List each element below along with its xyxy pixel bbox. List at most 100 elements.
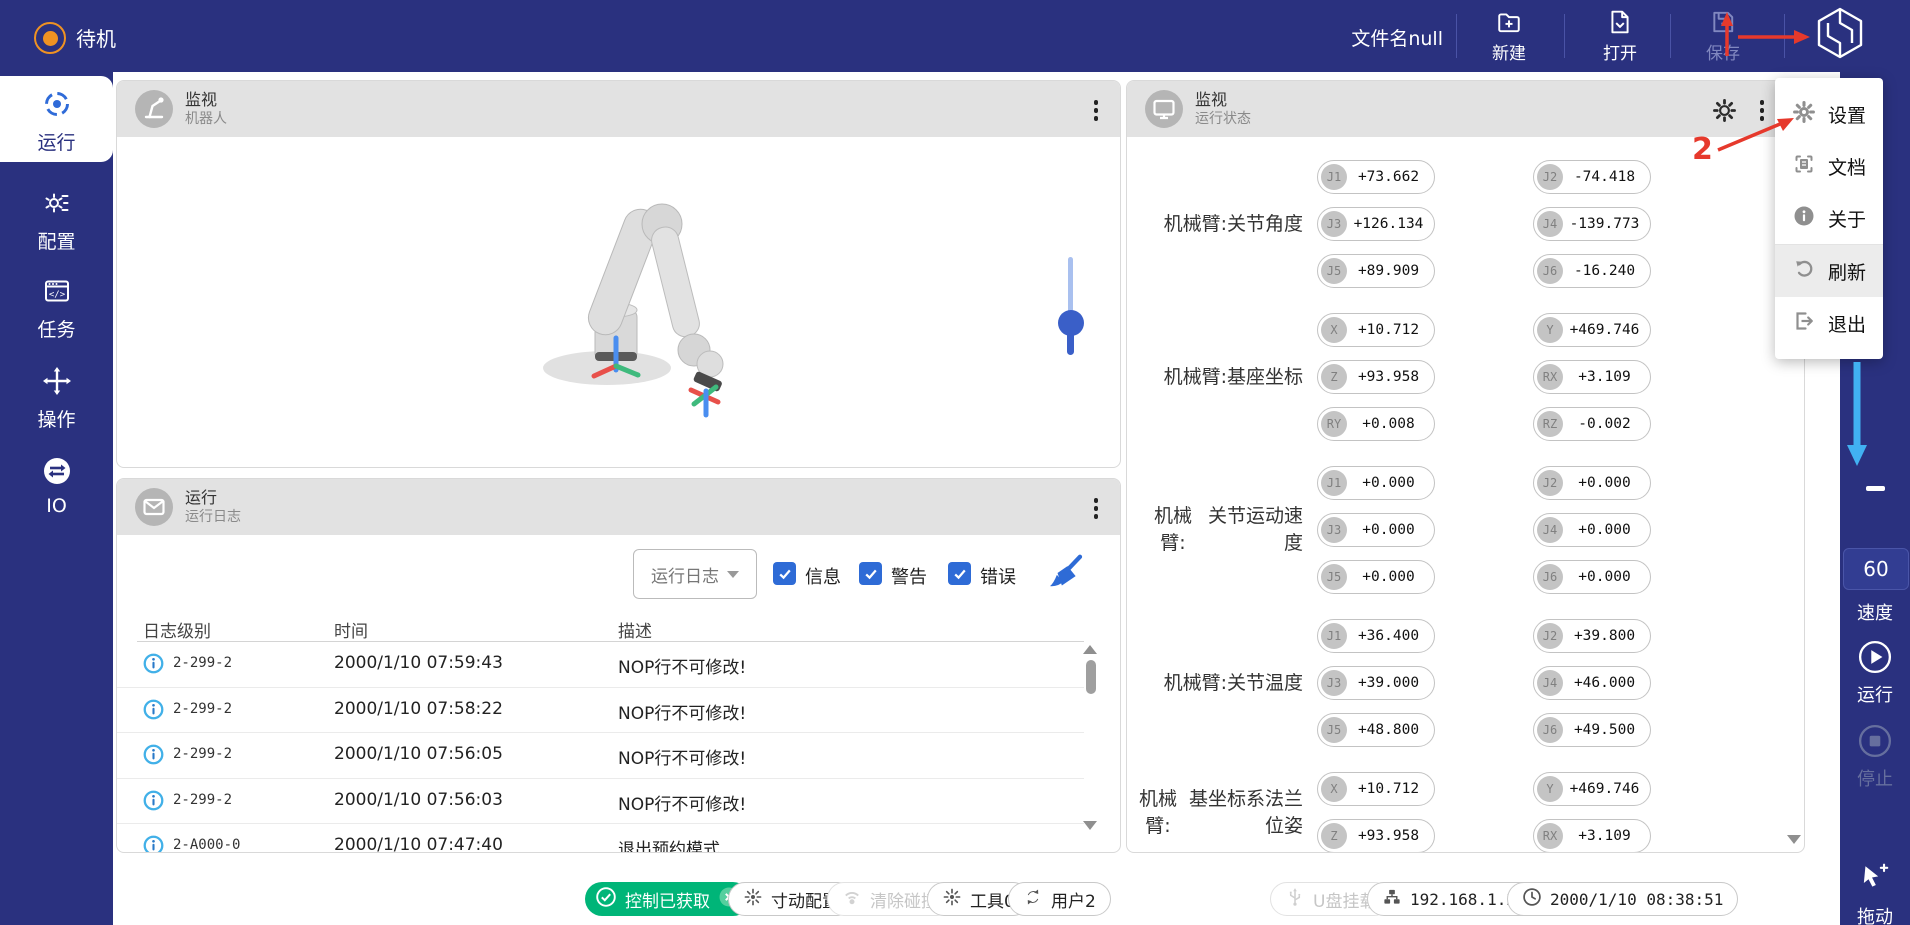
log-time: 2000/1/10 07:59:43 <box>334 653 503 673</box>
io-swap-icon <box>0 455 113 491</box>
value-pill: J6+0.000 <box>1533 560 1651 594</box>
move-arrows-icon <box>0 365 113 401</box>
sidebar-item-label: 运行 <box>0 128 113 155</box>
menu-item-exit[interactable]: 退出 <box>1775 297 1883 349</box>
speed-value-box[interactable]: 60 <box>1843 548 1909 590</box>
filter-label-error: 错误 <box>980 563 1016 589</box>
sidebar-item-operate[interactable]: 操作 <box>0 365 113 432</box>
log-level: 2-299-2 <box>173 746 232 762</box>
scroll-down-icon[interactable] <box>1787 835 1801 844</box>
speed-label: 速度 <box>1840 596 1910 625</box>
brand-logo-icon[interactable] <box>1812 5 1868 63</box>
status-indicator-icon <box>34 22 66 54</box>
clear-log-broom-icon[interactable] <box>1045 553 1085 597</box>
log-type-dropdown[interactable]: 运行日志 <box>633 549 757 599</box>
axis-chip: J2 <box>1537 470 1563 496</box>
scrollbar-thumb[interactable] <box>1086 660 1096 694</box>
value-pill: X+10.712 <box>1317 313 1435 347</box>
robot-monitor-panel: 监视 机器人 <box>116 80 1121 468</box>
code-window-icon: </> <box>0 275 113 311</box>
sidebar-item-config[interactable]: 配置 <box>0 187 113 254</box>
value-pill: J4+46.000 <box>1533 666 1651 700</box>
filter-checkbox-info[interactable] <box>773 562 796 585</box>
log-level: 2-A000-0 <box>173 837 240 853</box>
filter-checkbox-error[interactable] <box>948 562 971 585</box>
value-pill: Z+93.958 <box>1317 360 1435 394</box>
run-button[interactable]: 运行 <box>1840 640 1910 707</box>
log-table: 2-299-2 2000/1/10 07:59:43 NOP行不可修改! 2-2… <box>117 642 1084 853</box>
axis-chip: RX <box>1537 823 1563 849</box>
menu-item-label: 刷新 <box>1828 258 1866 285</box>
open-file-button[interactable]: 打开 <box>1572 7 1668 64</box>
log-panel-header: 运行 运行日志 <box>117 479 1120 535</box>
status-label: 待机 <box>76 23 116 52</box>
tool-burst-icon <box>942 887 962 912</box>
axis-chip: Y <box>1537 776 1563 802</box>
axis-chip: J4 <box>1537 517 1563 543</box>
user-pill[interactable]: 用户2 <box>1008 882 1111 916</box>
sidebar-item-io[interactable]: IO <box>0 455 113 517</box>
axis-chip: J3 <box>1321 670 1347 696</box>
gear-icon <box>1793 101 1815 128</box>
log-row[interactable]: 2-299-2 2000/1/10 07:58:22 NOP行不可修改! <box>117 688 1084 734</box>
log-desc: NOP行不可修改! <box>618 790 746 815</box>
scroll-up-icon[interactable] <box>1083 645 1097 654</box>
value-pill: Z+93.958 <box>1317 819 1435 852</box>
status-group-label: 机械臂: 关节运动速度 <box>1127 503 1303 556</box>
gear-icon[interactable] <box>1713 99 1736 126</box>
log-level: 2-299-2 <box>173 655 232 671</box>
log-row[interactable]: 2-299-2 2000/1/10 07:56:05 NOP行不可修改! <box>117 733 1084 779</box>
log-time: 2000/1/10 07:58:22 <box>334 699 503 719</box>
new-file-button[interactable]: 新建 <box>1461 7 1557 64</box>
axis-chip: Z <box>1321 364 1347 390</box>
svg-text:</>: </> <box>48 290 65 300</box>
speed-decrease-button[interactable] <box>1866 486 1885 491</box>
filter-checkbox-warning[interactable] <box>859 562 882 585</box>
log-time: 2000/1/10 07:56:03 <box>334 790 503 810</box>
axis-chip: Y <box>1537 317 1563 343</box>
log-desc: NOP行不可修改! <box>618 653 746 678</box>
panel-menu-kebab-icon[interactable] <box>1088 98 1105 123</box>
sidebar-item-label: 操作 <box>0 405 113 432</box>
menu-item-settings[interactable]: 设置 <box>1775 88 1883 140</box>
menu-item-docs[interactable]: 文档 <box>1775 140 1883 192</box>
network-nodes-icon <box>1382 887 1402 912</box>
panel-menu-kebab-icon[interactable] <box>1088 496 1105 521</box>
scroll-down-icon[interactable] <box>1083 821 1097 830</box>
play-circle-icon <box>1858 640 1892 674</box>
axis-chip: X <box>1321 776 1347 802</box>
zoom-slider-handle[interactable] <box>1058 310 1084 336</box>
value-pill: RZ-0.002 <box>1533 407 1651 441</box>
datetime-pill: 2000/1/10 08:38:51 <box>1507 882 1738 916</box>
drag-button[interactable]: 拖动 <box>1840 862 1910 925</box>
log-row[interactable]: 2-299-2 2000/1/10 07:56:03 NOP行不可修改! <box>117 779 1084 825</box>
axis-chip: J5 <box>1321 258 1347 284</box>
status-group-joint-temp: 机械臂:关节温度 J1+36.400 J2+39.800 J3+39.000 J… <box>1127 619 1804 747</box>
log-row[interactable]: 2-A000-0 2000/1/10 07:47:40 退出预约模式 <box>117 824 1084 853</box>
axis-chip: X <box>1321 317 1347 343</box>
robot-3d-view[interactable] <box>117 138 1120 468</box>
app-dropdown-menu: 设置 文档 关于 刷新 退出 <box>1775 78 1883 359</box>
value-pill: J2+39.800 <box>1533 619 1651 653</box>
stop-button[interactable]: 停止 <box>1840 724 1910 791</box>
status-panel-header: 监视 运行状态 <box>1127 81 1804 137</box>
top-bar: 待机 文件名null 新建 打开 <box>0 0 1910 72</box>
menu-item-about[interactable]: 关于 <box>1775 192 1883 244</box>
check-circle-icon <box>595 886 617 913</box>
save-file-button[interactable]: 保存 <box>1675 7 1771 64</box>
mail-envelope-icon <box>135 488 173 526</box>
clock-icon <box>1522 887 1542 912</box>
sidebar-item-run[interactable]: 运行 <box>0 76 113 162</box>
axis-chip: J6 <box>1537 258 1563 284</box>
axis-chip: J1 <box>1321 164 1347 190</box>
value-pill: J5+0.000 <box>1317 560 1435 594</box>
log-row[interactable]: 2-299-2 2000/1/10 07:59:43 NOP行不可修改! <box>117 642 1084 688</box>
control-acquired-pill[interactable]: 控制已获取 <box>585 882 750 916</box>
sidebar-item-task[interactable]: </> 任务 <box>0 275 113 342</box>
left-sidebar: 运行 配置 </> 任务 操作 <box>0 72 113 925</box>
panel-menu-kebab-icon[interactable] <box>1754 98 1771 123</box>
bottom-status-bar: 控制已获取 寸动配置 清除碰撞 工具0 用户2 U盘挂载 192.168.1.2… <box>113 862 1840 925</box>
menu-item-refresh[interactable]: 刷新 <box>1775 245 1883 297</box>
info-circle-icon <box>143 744 164 769</box>
value-pill: RX+3.109 <box>1533 819 1651 852</box>
